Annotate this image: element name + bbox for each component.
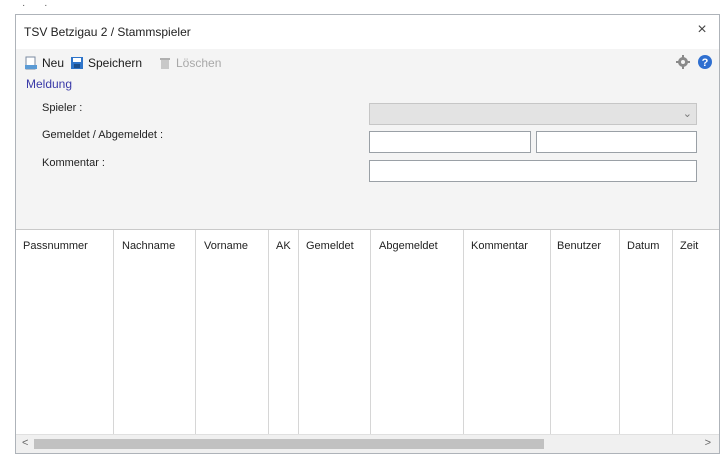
column-header[interactable]: Zeit: [680, 240, 698, 252]
chevron-down-icon: ⌄: [682, 108, 692, 120]
column-header[interactable]: Nachname: [122, 240, 175, 252]
help-icon[interactable]: ?: [697, 54, 712, 69]
player-select[interactable]: ⌄: [369, 103, 697, 125]
form-panel: Meldung Spieler : ⌄ Gemeldet / Abgemelde…: [16, 77, 719, 229]
new-button-label: Neu: [42, 56, 65, 70]
column-header[interactable]: AK: [276, 240, 291, 252]
grid-column-vorname[interactable]: Vorname: [196, 230, 269, 435]
grid-column-gemeldet[interactable]: Gemeldet: [299, 230, 371, 435]
column-header[interactable]: Vorname: [204, 240, 248, 252]
column-header[interactable]: Benutzer: [557, 240, 601, 252]
grid-column-abgemeldet[interactable]: Abgemeldet: [371, 230, 464, 435]
scroll-left-arrow[interactable]: <: [22, 437, 28, 449]
column-header[interactable]: Passnummer: [23, 240, 88, 252]
column-header[interactable]: Datum: [627, 240, 659, 252]
delete-button-label: Löschen: [176, 56, 222, 70]
grid-column-benutzer[interactable]: Benutzer: [551, 230, 620, 435]
save-icon: [70, 56, 84, 70]
section-title: Meldung: [26, 77, 73, 91]
data-grid: Passnummer Nachname Vorname AK Gemeldet …: [16, 229, 719, 435]
settings-gear-icon[interactable]: [675, 54, 690, 69]
column-header[interactable]: Kommentar: [471, 240, 528, 252]
new-document-icon: [24, 56, 38, 70]
grid-column-passnummer[interactable]: Passnummer: [16, 230, 114, 435]
delete-button[interactable]: Löschen: [158, 55, 221, 71]
save-button[interactable]: Speichern: [70, 55, 142, 71]
reported-label: Gemeldet / Abgemeldet :: [42, 129, 164, 141]
grid-column-kommentar[interactable]: Kommentar: [464, 230, 551, 435]
column-header[interactable]: Gemeldet: [306, 240, 354, 252]
column-header[interactable]: Abgemeldet: [379, 240, 438, 252]
new-button[interactable]: Neu: [24, 55, 64, 71]
grid-column-nachname[interactable]: Nachname: [114, 230, 196, 435]
scrollbar-thumb[interactable]: [34, 439, 544, 449]
grid-column-ak[interactable]: AK: [269, 230, 299, 435]
grid-column-zeit[interactable]: Zeit: [673, 230, 720, 435]
dialog-window: TSV Betzigau 2 / Stammspieler × Neu Spei…: [15, 14, 720, 454]
toolbar: Neu Speichern Löschen ?: [16, 49, 719, 77]
scroll-right-arrow[interactable]: >: [705, 437, 711, 449]
close-button[interactable]: ×: [693, 21, 711, 39]
reported-date-field[interactable]: [369, 131, 531, 153]
comment-label: Kommentar :: [42, 157, 105, 169]
save-button-label: Speichern: [88, 56, 143, 70]
background-dots: · ·: [22, 0, 56, 11]
horizontal-scrollbar[interactable]: < >: [16, 434, 719, 453]
trash-icon: [158, 56, 172, 70]
unreported-date-field[interactable]: [536, 131, 697, 153]
toolbar-right-group: ?: [675, 54, 712, 69]
player-label: Spieler :: [42, 102, 83, 114]
comment-field[interactable]: [369, 160, 697, 182]
window-title: TSV Betzigau 2 / Stammspieler: [24, 25, 191, 39]
svg-text:?: ?: [702, 57, 709, 69]
grid-column-datum[interactable]: Datum: [620, 230, 673, 435]
title-bar: TSV Betzigau 2 / Stammspieler ×: [16, 15, 719, 49]
